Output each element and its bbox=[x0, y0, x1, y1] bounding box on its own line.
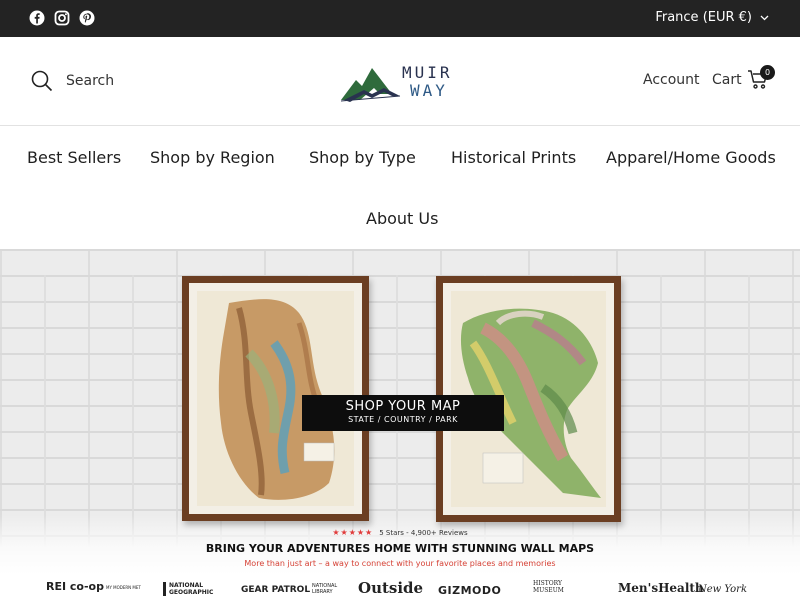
nav-item-apparel-home-goods[interactable]: Apparel/Home Goods bbox=[606, 148, 776, 167]
logo-word-way: WAY bbox=[410, 81, 448, 100]
press-logo-my-modern-met: MY MODERN MET bbox=[106, 585, 141, 590]
search-icon bbox=[31, 70, 53, 92]
cta-secondary-label: STATE / COUNTRY / PARK bbox=[348, 415, 458, 424]
nav-item-about-us[interactable]: About Us bbox=[366, 209, 438, 228]
mountain-logo-icon bbox=[340, 68, 401, 102]
facebook-icon[interactable] bbox=[29, 10, 45, 26]
site-logo[interactable]: MUIR WAY bbox=[340, 58, 465, 104]
press-logo-rei: REI co-op bbox=[46, 580, 104, 593]
account-link[interactable]: Account bbox=[643, 72, 700, 88]
cta-primary-label: SHOP YOUR MAP bbox=[345, 399, 461, 414]
locale-label: France (EUR €) bbox=[655, 10, 752, 25]
search-button[interactable]: Search bbox=[31, 70, 114, 92]
instagram-icon[interactable] bbox=[54, 10, 70, 26]
social-links bbox=[29, 10, 95, 26]
currency-selector[interactable]: France (EUR €) bbox=[655, 10, 769, 25]
press-logo-outside: Outside bbox=[358, 579, 424, 597]
press-logo-national-geographic: NATIONAL GEOGRAPHIC bbox=[163, 582, 225, 596]
cart-count-badge: 0 bbox=[760, 65, 775, 80]
chevron-down-icon bbox=[760, 15, 769, 20]
hero-banner[interactable]: SHOP YOUR MAP STATE / COUNTRY / PARK ★★★… bbox=[0, 249, 800, 575]
hero-subline: More than just art – a way to connect wi… bbox=[244, 559, 556, 568]
press-logo-gear-patrol: GEAR PATROL bbox=[241, 585, 311, 595]
press-logo-gizmodo: GIZMODO bbox=[438, 584, 502, 597]
hero-tagline: BRING YOUR ADVENTURES HOME WITH STUNNING… bbox=[205, 542, 595, 555]
rating-stars: ★★★★★ bbox=[332, 528, 374, 537]
review-count: 5 Stars - 4,900+ Reviews bbox=[379, 529, 468, 537]
search-label: Search bbox=[66, 73, 115, 89]
press-logo-mens-health: Men'sHealth bbox=[618, 581, 704, 595]
logo-word-muir: MUIR bbox=[402, 63, 453, 82]
pinterest-icon[interactable] bbox=[79, 10, 95, 26]
announcement-bar: France (EUR €) bbox=[0, 0, 800, 37]
press-logo-national-library: NATIONAL LIBRARY bbox=[312, 583, 338, 595]
nav-item-shop-by-type[interactable]: Shop by Type bbox=[309, 148, 416, 167]
shop-your-map-button[interactable]: SHOP YOUR MAP STATE / COUNTRY / PARK bbox=[302, 395, 504, 431]
nav-item-shop-by-region[interactable]: Shop by Region bbox=[150, 148, 275, 167]
nav-item-best-sellers[interactable]: Best Sellers bbox=[27, 148, 121, 167]
site-header: Search MUIR WAY Account Cart 0 bbox=[0, 37, 800, 126]
press-logo-new-york: New York bbox=[698, 584, 747, 595]
press-logos-strip: REI co-op MY MODERN MET NATIONAL GEOGRAP… bbox=[0, 575, 800, 600]
nav-item-historical-prints[interactable]: Historical Prints bbox=[451, 148, 576, 167]
cart-link[interactable]: Cart bbox=[712, 72, 742, 88]
press-logo-history-museum: HISTORY MUSEUM bbox=[533, 580, 564, 594]
review-summary: ★★★★★ 5 Stars - 4,900+ Reviews bbox=[0, 528, 800, 537]
main-navigation: Best Sellers Shop by Region Shop by Type… bbox=[0, 126, 800, 249]
